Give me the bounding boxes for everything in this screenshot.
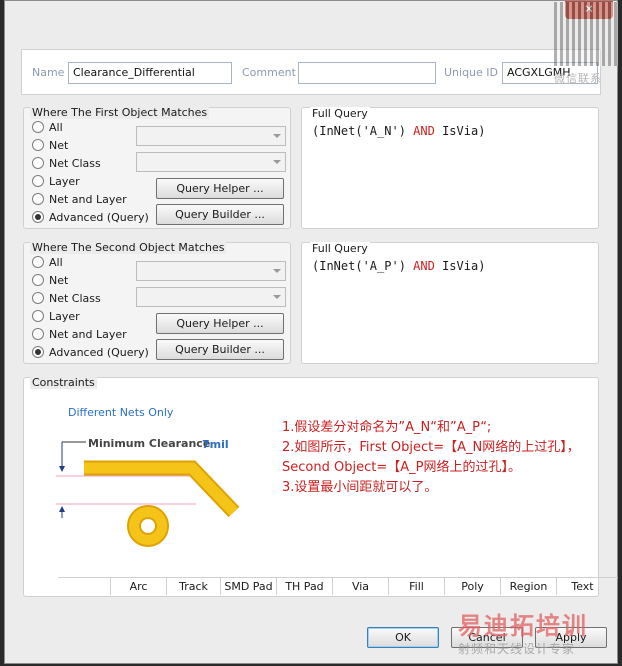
first-radio-net-class[interactable]: Net Class bbox=[32, 155, 101, 171]
second-full-query-box[interactable]: Full Query (InNet('A_P') AND IsVia) bbox=[301, 242, 599, 364]
first-net-combo[interactable] bbox=[136, 126, 286, 146]
tab-fill[interactable]: Fill bbox=[388, 578, 444, 595]
different-nets-only-label[interactable]: Different Nets Only bbox=[68, 406, 173, 419]
object-kind-tabs: Arc Track SMD Pad TH Pad Via Fill Poly R… bbox=[58, 577, 618, 595]
brand-watermark: 易迪拓培训 bbox=[458, 612, 588, 640]
name-label: Name bbox=[32, 66, 65, 79]
qr-code-watermark bbox=[554, 2, 618, 66]
second-full-query-title: Full Query bbox=[310, 242, 370, 255]
comment-label: Comment bbox=[242, 66, 296, 79]
constraints-title: Constraints bbox=[30, 376, 97, 389]
radio-icon bbox=[32, 292, 44, 304]
first-query-text: (InNet('A_N') AND IsVia) bbox=[312, 124, 486, 138]
constraints-frame: Constraints Different Nets Only Minimum … bbox=[23, 376, 618, 597]
unique-id-label: Unique ID bbox=[444, 66, 499, 79]
chevron-down-icon bbox=[273, 269, 281, 273]
second-object-frame: Where The Second Object Matches All Net … bbox=[23, 241, 291, 364]
tab-poly[interactable]: Poly bbox=[444, 578, 500, 595]
clearance-value[interactable]: 7mil bbox=[202, 438, 229, 451]
first-full-query-title: Full Query bbox=[310, 107, 370, 120]
radio-selected-icon bbox=[32, 346, 44, 358]
chevron-down-icon bbox=[273, 160, 281, 164]
second-radio-layer[interactable]: Layer bbox=[32, 308, 80, 324]
chevron-down-icon bbox=[273, 295, 281, 299]
radio-icon bbox=[32, 328, 44, 340]
tab-smd-pad[interactable]: SMD Pad bbox=[220, 578, 276, 595]
first-query-helper-button[interactable]: Query Helper ... bbox=[156, 178, 284, 199]
radio-icon bbox=[32, 139, 44, 151]
second-query-text: (InNet('A_P') AND IsVia) bbox=[312, 259, 486, 273]
first-radio-net[interactable]: Net bbox=[32, 137, 68, 153]
second-query-builder-button[interactable]: Query Builder ... bbox=[156, 339, 284, 360]
rule-meta-panel: Name Clearance_Differential Comment Uniq… bbox=[21, 49, 601, 95]
first-radio-advanced[interactable]: Advanced (Query) bbox=[32, 209, 149, 225]
tab-arc[interactable]: Arc bbox=[110, 578, 166, 595]
radio-icon bbox=[32, 175, 44, 187]
name-field[interactable]: Clearance_Differential bbox=[68, 62, 232, 84]
first-radio-all[interactable]: All bbox=[32, 119, 63, 135]
annotation-text: 1.假设差分对命名为”A_N“和”A_P“; 2.如图所示，First Obje… bbox=[282, 420, 580, 495]
first-object-title: Where The First Object Matches bbox=[30, 106, 210, 119]
second-object-title: Where The Second Object Matches bbox=[30, 241, 227, 254]
tab-th-pad[interactable]: TH Pad bbox=[276, 578, 332, 595]
comment-field[interactable] bbox=[298, 62, 436, 84]
radio-icon bbox=[32, 193, 44, 205]
radio-icon bbox=[32, 157, 44, 169]
tab-text[interactable]: Text bbox=[556, 578, 608, 595]
radio-icon bbox=[32, 274, 44, 286]
clearance-diagram bbox=[56, 441, 240, 547]
brand-sub-watermark: 射频和天线设计专家 bbox=[458, 642, 576, 656]
second-query-helper-button[interactable]: Query Helper ... bbox=[156, 313, 284, 334]
second-radio-net-and-layer[interactable]: Net and Layer bbox=[32, 326, 127, 342]
tab-track[interactable]: Track bbox=[166, 578, 220, 595]
tab-region[interactable]: Region bbox=[500, 578, 556, 595]
radio-icon bbox=[32, 121, 44, 133]
second-netclass-combo[interactable] bbox=[136, 287, 286, 307]
second-radio-advanced[interactable]: Advanced (Query) bbox=[32, 344, 149, 360]
tab-via[interactable]: Via bbox=[332, 578, 388, 595]
radio-selected-icon bbox=[32, 211, 44, 223]
ok-button[interactable]: OK bbox=[367, 627, 439, 648]
first-full-query-box[interactable]: Full Query (InNet('A_N') AND IsVia) bbox=[301, 107, 599, 229]
first-object-frame: Where The First Object Matches All Net N… bbox=[23, 106, 291, 229]
title-bar: ✕ bbox=[5, 1, 617, 35]
first-query-builder-button[interactable]: Query Builder ... bbox=[156, 204, 284, 225]
second-radio-net[interactable]: Net bbox=[32, 272, 68, 288]
rule-dialog: ✕ Name Clearance_Differential Comment Un… bbox=[4, 0, 618, 664]
tab-spacer bbox=[58, 578, 110, 595]
first-radio-layer[interactable]: Layer bbox=[32, 173, 80, 189]
minimum-clearance-label: Minimum Clearance bbox=[88, 437, 211, 450]
radio-icon bbox=[32, 310, 44, 322]
second-radio-net-class[interactable]: Net Class bbox=[32, 290, 101, 306]
first-netclass-combo[interactable] bbox=[136, 152, 286, 172]
radio-icon bbox=[32, 256, 44, 268]
chevron-down-icon bbox=[273, 134, 281, 138]
wechat-watermark: 微信联系 bbox=[554, 72, 602, 85]
second-radio-all[interactable]: All bbox=[32, 254, 63, 270]
second-net-combo[interactable] bbox=[136, 261, 286, 281]
first-radio-net-and-layer[interactable]: Net and Layer bbox=[32, 191, 127, 207]
